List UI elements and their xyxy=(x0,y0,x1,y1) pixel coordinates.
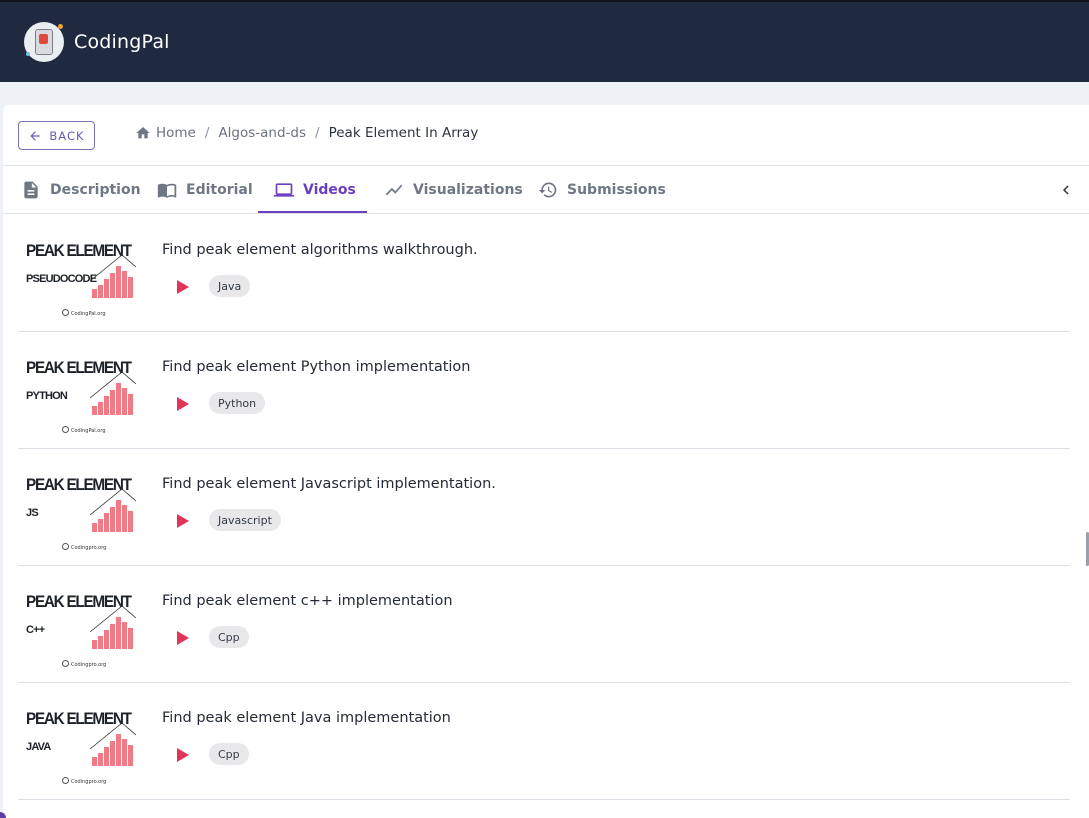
problem-card: BACK Home / Algos-and-ds / Peak Element … xyxy=(3,105,1089,818)
thumbnail-site: CodingPal.org xyxy=(62,426,106,434)
breadcrumb: Home / Algos-and-ds / Peak Element In Ar… xyxy=(135,125,478,141)
thumbnail-subtitle: C++ xyxy=(26,624,45,636)
tab-editorial[interactable]: Editorial xyxy=(157,166,253,214)
brand-name[interactable]: CodingPal xyxy=(74,31,170,53)
video-list: PEAK ELEMENT PSEUDOCODE CodingPal.org Fi… xyxy=(18,215,1070,800)
video-thumbnail[interactable]: PEAK ELEMENT JS Codingpro.org xyxy=(22,457,142,557)
peak-bars-graphic xyxy=(90,488,136,532)
play-icon[interactable] xyxy=(176,747,190,763)
book-icon xyxy=(157,183,177,198)
video-title[interactable]: Find peak element algorithms walkthrough… xyxy=(162,242,478,258)
thumbnail-subtitle: JS xyxy=(26,507,39,519)
video-thumbnail[interactable]: PEAK ELEMENT PYTHON CodingPal.org xyxy=(22,340,142,440)
play-icon[interactable] xyxy=(176,279,190,295)
peak-bars-graphic xyxy=(90,254,136,298)
video-list-item[interactable]: PEAK ELEMENT C++ Codingpro.org Find peak… xyxy=(18,566,1070,683)
tab-label: Description xyxy=(50,182,141,198)
video-list-item[interactable]: PEAK ELEMENT PSEUDOCODE CodingPal.org Fi… xyxy=(18,215,1070,332)
breadcrumb-home[interactable]: Home xyxy=(156,125,196,141)
home-icon xyxy=(136,127,150,139)
active-tab-indicator xyxy=(258,211,367,213)
document-icon xyxy=(24,181,38,199)
thumbnail-subtitle: PSEUDOCODE xyxy=(26,273,97,285)
thumbnail-subtitle: JAVA xyxy=(26,741,51,753)
back-button[interactable]: BACK xyxy=(18,121,95,150)
trend-line-icon xyxy=(385,184,403,196)
video-title[interactable]: Find peak element Javascript implementat… xyxy=(162,476,496,492)
video-title[interactable]: Find peak element c++ implementation xyxy=(162,593,453,609)
language-chip[interactable]: Python xyxy=(209,392,266,414)
tab-description[interactable]: Description xyxy=(21,166,141,214)
breadcrumb-bar: BACK Home / Algos-and-ds / Peak Element … xyxy=(3,105,1089,166)
video-list-item[interactable]: PEAK ELEMENT JS Codingpro.org Find peak … xyxy=(18,449,1070,566)
thumbnail-site: CodingPal.org xyxy=(62,309,106,317)
language-chip[interactable]: Javascript xyxy=(209,509,281,531)
laptop-icon xyxy=(274,183,294,197)
language-chip[interactable]: Java xyxy=(209,275,251,297)
problem-tabs: Description Editorial Videos Visualizati… xyxy=(3,166,1089,214)
peak-bars-graphic xyxy=(90,605,136,649)
tab-visualizations[interactable]: Visualizations xyxy=(384,166,523,214)
tab-videos[interactable]: Videos xyxy=(274,166,356,214)
video-list-item[interactable]: PEAK ELEMENT PYTHON CodingPal.org Find p… xyxy=(18,332,1070,449)
video-thumbnail[interactable]: PEAK ELEMENT PSEUDOCODE CodingPal.org xyxy=(22,223,142,323)
play-icon[interactable] xyxy=(176,396,190,412)
codingpal-logo-icon[interactable] xyxy=(24,22,64,62)
arrow-left-icon xyxy=(30,130,41,141)
peak-bars-graphic xyxy=(90,371,136,415)
play-icon[interactable] xyxy=(176,513,190,529)
peak-bars-graphic xyxy=(90,722,136,766)
language-chip[interactable]: Cpp xyxy=(209,743,249,765)
breadcrumb-current: Peak Element In Array xyxy=(328,125,479,141)
language-chip[interactable]: Cpp xyxy=(209,626,249,648)
video-list-item[interactable]: PEAK ELEMENT JAVA Codingpro.org Find pea… xyxy=(18,683,1070,800)
video-title[interactable]: Find peak element Java implementation xyxy=(162,710,451,726)
tab-label: Editorial xyxy=(186,182,253,198)
chevron-left-icon[interactable] xyxy=(1057,181,1075,199)
tab-label: Visualizations xyxy=(413,182,523,198)
tab-label: Videos xyxy=(303,182,356,198)
thumbnail-subtitle: PYTHON xyxy=(26,390,68,402)
app-header: CodingPal xyxy=(0,0,1089,82)
tab-submissions[interactable]: Submissions xyxy=(538,166,666,214)
video-thumbnail[interactable]: PEAK ELEMENT C++ Codingpro.org xyxy=(22,574,142,674)
video-title[interactable]: Find peak element Python implementation xyxy=(162,359,471,375)
breadcrumb-section[interactable]: Algos-and-ds xyxy=(218,125,306,141)
thumbnail-site: Codingpro.org xyxy=(62,777,106,785)
play-icon[interactable] xyxy=(176,630,190,646)
thumbnail-site: Codingpro.org xyxy=(62,543,106,551)
thumbnail-site: Codingpro.org xyxy=(62,660,106,668)
tab-label: Submissions xyxy=(567,182,666,198)
history-icon xyxy=(538,182,557,198)
video-thumbnail[interactable]: PEAK ELEMENT JAVA Codingpro.org xyxy=(22,691,142,791)
back-label: BACK xyxy=(49,128,85,143)
